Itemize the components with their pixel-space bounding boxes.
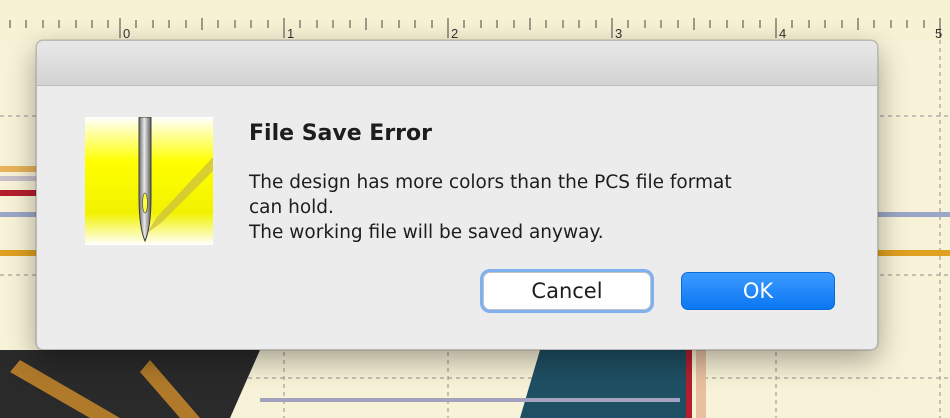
ruler-label: 3	[615, 26, 622, 41]
ruler-label: 1	[287, 26, 294, 41]
message-line: The working file will be saved anyway.	[249, 222, 604, 243]
sewing-needle-icon	[85, 116, 213, 245]
ruler-label: 5	[935, 26, 942, 41]
ok-button[interactable]: OK	[681, 272, 835, 310]
dialog-title: File Save Error	[249, 121, 432, 146]
file-save-error-dialog: File Save Error The design has more colo…	[36, 40, 878, 350]
ruler-label: 2	[451, 26, 458, 41]
dialog-titlebar	[37, 41, 877, 86]
message-line: can hold.	[249, 197, 334, 218]
ruler-label: 0	[123, 26, 130, 41]
cancel-button[interactable]: Cancel	[483, 272, 651, 310]
message-line: The design has more colors than the PCS …	[249, 172, 732, 193]
dialog-message: The design has more colors than the PCS …	[249, 170, 829, 245]
ruler-label: 4	[779, 26, 786, 41]
